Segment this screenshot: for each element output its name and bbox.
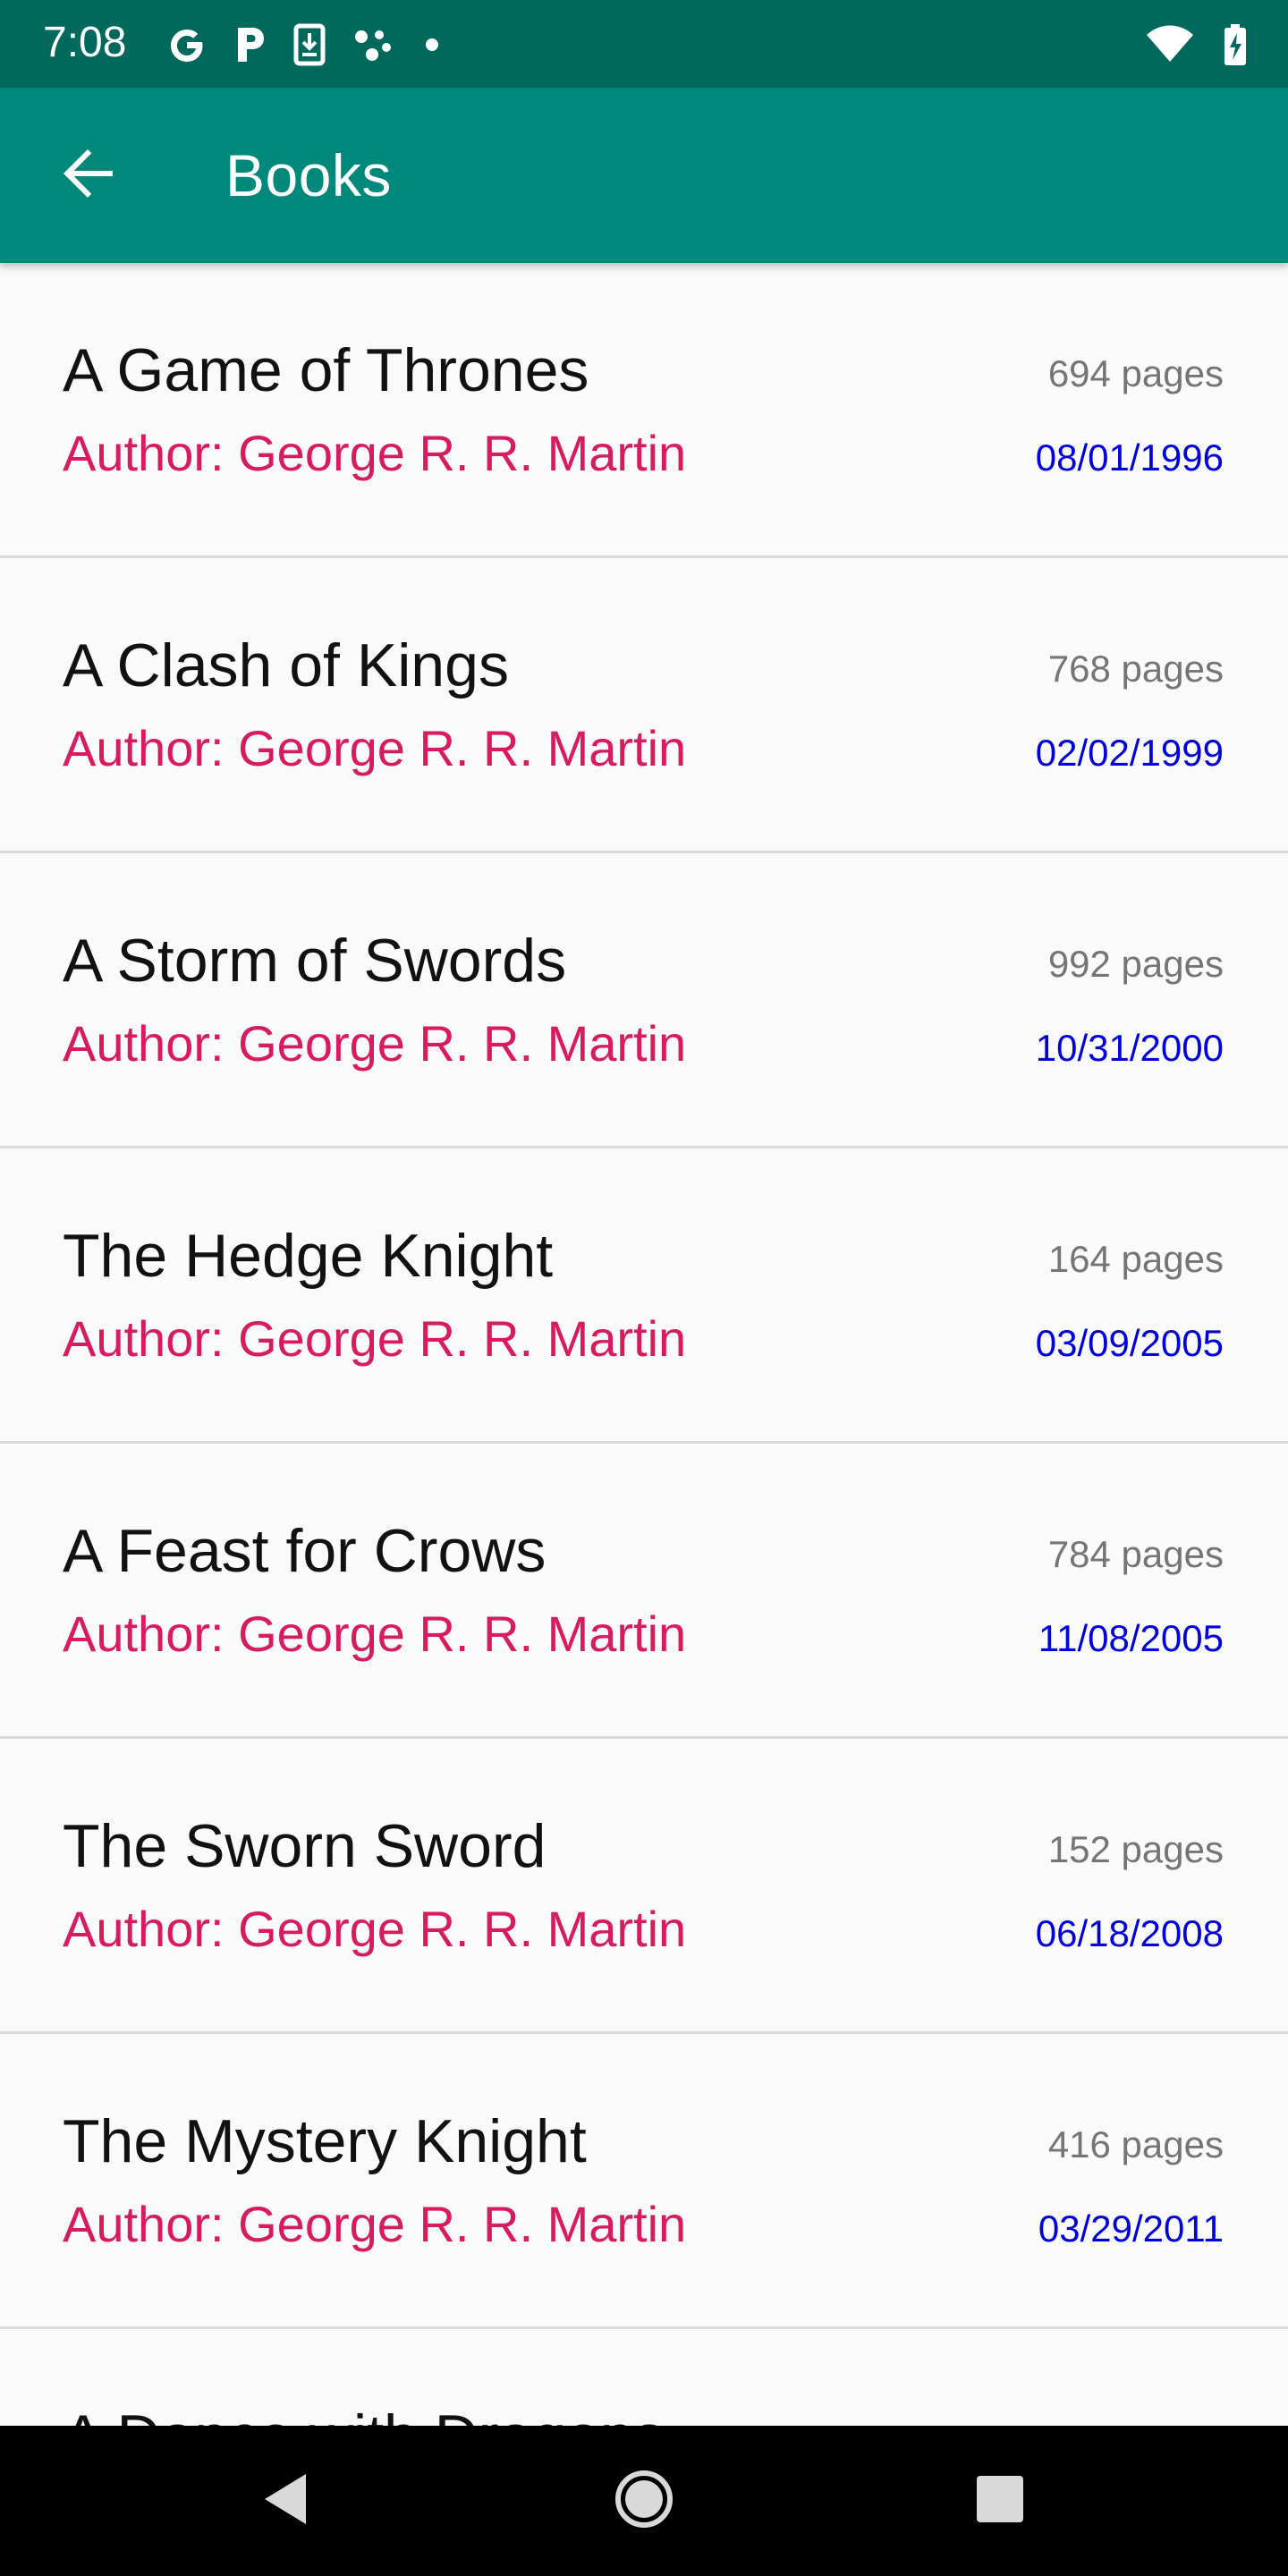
book-title: A Feast for Crows	[63, 1517, 547, 1585]
pandora-icon	[233, 22, 268, 67]
nav-back-icon	[259, 2470, 313, 2532]
list-item[interactable]: A Feast for Crows Author: George R. R. M…	[0, 1444, 1288, 1739]
book-title: A Dance with Dragons	[63, 2401, 665, 2426]
book-date: 03/09/2005	[1035, 1322, 1224, 1364]
nav-home-icon	[614, 2469, 674, 2534]
book-pages: 992 pages	[1047, 943, 1224, 985]
book-title: The Hedge Knight	[63, 1222, 554, 1290]
nav-home-button[interactable]	[608, 2465, 680, 2537]
list-item[interactable]: The Hedge Knight Author: George R. R. Ma…	[0, 1148, 1288, 1444]
book-author: Author: George R. R. Martin	[63, 1310, 687, 1367]
status-system-icons	[1145, 20, 1249, 70]
book-title: A Storm of Swords	[63, 927, 567, 995]
navigation-bar	[0, 2426, 1288, 2576]
nav-back-button[interactable]	[250, 2465, 322, 2537]
book-date: 03/29/2011	[1038, 2207, 1224, 2250]
book-title: The Mystery Knight	[63, 2107, 587, 2175]
book-title: The Sworn Sword	[63, 1812, 547, 1880]
list-item[interactable]: A Game of Thrones Author: George R. R. M…	[0, 263, 1288, 558]
book-pages: 694 pages	[1047, 352, 1224, 394]
book-author: Author: George R. R. Martin	[63, 2196, 687, 2252]
nav-recents-button[interactable]	[964, 2465, 1036, 2537]
list-item[interactable]: A Storm of Swords Author: George R. R. M…	[0, 853, 1288, 1148]
book-pages: 784 pages	[1047, 1533, 1224, 1575]
list-item[interactable]: The Sworn Sword Author: George R. R. Mar…	[0, 1739, 1288, 2034]
arrow-back-icon	[61, 145, 118, 207]
status-notification-icons	[165, 20, 445, 70]
book-pages: 164 pages	[1047, 1238, 1224, 1280]
book-author: Author: George R. R. Martin	[63, 1606, 687, 1662]
download-icon	[292, 22, 327, 67]
list-item[interactable]: A Dance with Dragons 1040 pages	[0, 2329, 1288, 2426]
status-bar: 7:08	[0, 0, 1288, 88]
book-pages: 416 pages	[1047, 2123, 1224, 2165]
book-date: 08/01/1996	[1035, 436, 1224, 479]
page-title: Books	[225, 142, 392, 208]
book-title: A Clash of Kings	[63, 631, 509, 699]
book-pages: 1040 pages	[1027, 2417, 1224, 2426]
book-date: 06/18/2008	[1035, 1912, 1224, 1954]
book-author: Author: George R. R. Martin	[63, 720, 687, 776]
google-icon	[165, 22, 209, 67]
book-author: Author: George R. R. Martin	[63, 1901, 687, 1957]
app-bar: Books	[0, 88, 1288, 263]
battery-charging-icon	[1222, 22, 1249, 67]
list-item[interactable]: A Clash of Kings Author: George R. R. Ma…	[0, 558, 1288, 853]
list-item[interactable]: The Mystery Knight Author: George R. R. …	[0, 2034, 1288, 2329]
book-author: Author: George R. R. Martin	[63, 425, 687, 481]
nav-recents-icon	[975, 2474, 1025, 2529]
book-pages: 152 pages	[1047, 1828, 1224, 1870]
back-button[interactable]	[52, 138, 127, 213]
notification-dot-icon	[419, 22, 445, 67]
book-date: 10/31/2000	[1035, 1027, 1224, 1069]
book-list[interactable]: A Game of Thrones Author: George R. R. M…	[0, 263, 1288, 2426]
wifi-icon	[1145, 22, 1195, 67]
book-date: 02/02/1999	[1035, 732, 1224, 774]
book-author: Author: George R. R. Martin	[63, 1015, 687, 1072]
book-date: 11/08/2005	[1038, 1617, 1224, 1659]
assistant-dots-icon	[351, 22, 395, 67]
book-pages: 768 pages	[1047, 648, 1224, 690]
book-title: A Game of Thrones	[63, 336, 589, 404]
status-time: 7:08	[43, 19, 127, 66]
